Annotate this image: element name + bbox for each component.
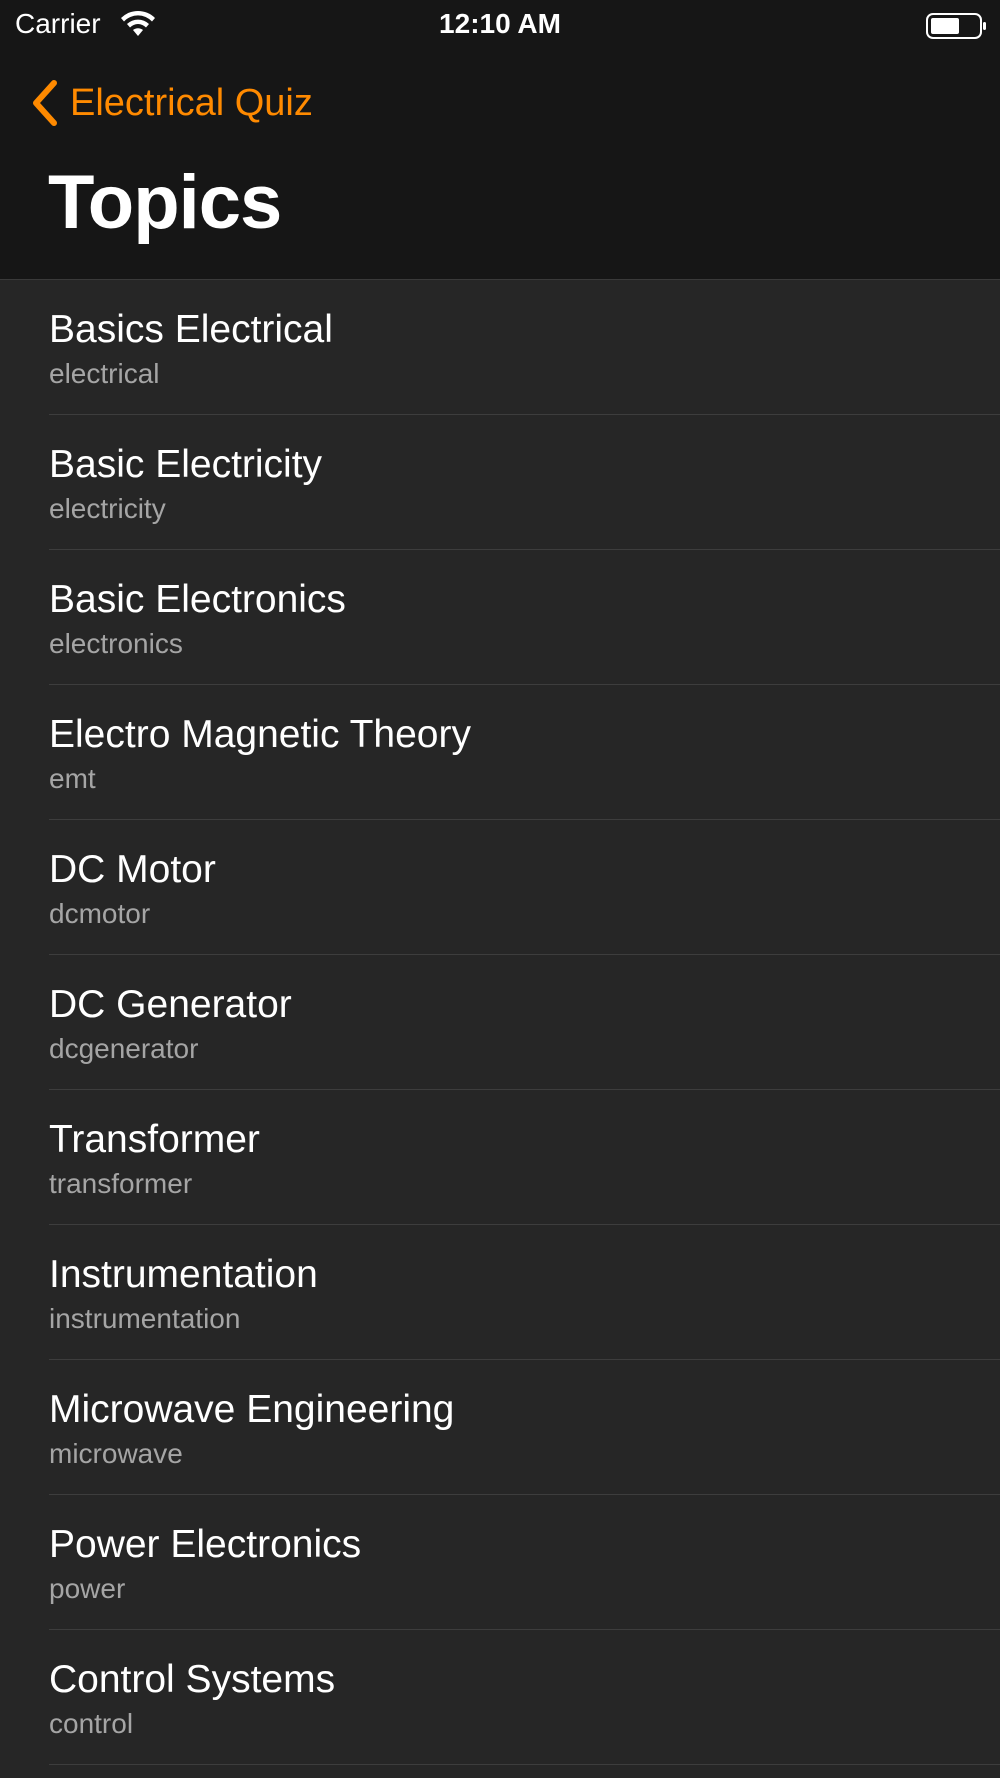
list-item[interactable]: Electro Magnetic Theory emt xyxy=(0,685,1000,820)
status-bar: Carrier 12:10 AM xyxy=(0,0,1000,50)
topic-title: Power Electronics xyxy=(49,1523,362,1566)
chevron-left-icon xyxy=(33,80,57,126)
topic-title: Basic Electricity xyxy=(49,443,323,486)
list-item[interactable]: Instrumentation instrumentation xyxy=(0,1225,1000,1360)
topic-title: Microwave Engineering xyxy=(49,1388,455,1431)
battery-icon xyxy=(926,13,986,39)
back-button-label: Electrical Quiz xyxy=(70,81,313,124)
topic-subtitle: instrumentation xyxy=(49,1303,241,1334)
topic-title: Electro Magnetic Theory xyxy=(49,713,471,756)
topic-title: Instrumentation xyxy=(49,1253,318,1296)
topic-title: DC Motor xyxy=(49,848,216,891)
list-item[interactable]: DC Motor dcmotor xyxy=(0,820,1000,955)
list-item[interactable]: Transformer transformer xyxy=(0,1090,1000,1225)
topic-subtitle: control xyxy=(49,1708,134,1739)
topic-title: Basics Electrical xyxy=(49,308,333,351)
topics-list: Basics Electrical electrical Basic Elect… xyxy=(0,280,1000,1765)
list-item[interactable]: Control Systems control xyxy=(0,1630,1000,1765)
topic-subtitle: emt xyxy=(49,763,96,794)
topic-title: Transformer xyxy=(49,1118,260,1161)
topic-title: DC Generator xyxy=(49,983,292,1026)
topic-title: Basic Electronics xyxy=(49,578,346,621)
topic-subtitle: power xyxy=(49,1573,126,1604)
topic-subtitle: electronics xyxy=(49,628,183,659)
list-item[interactable]: Basic Electronics electronics xyxy=(0,550,1000,685)
list-item[interactable]: Basic Electricity electricity xyxy=(0,415,1000,550)
navigation-header: Carrier 12:10 AM Electrical Quiz Topics xyxy=(0,0,1000,280)
back-button[interactable]: Electrical Quiz xyxy=(28,78,313,128)
list-item[interactable]: DC Generator dcgenerator xyxy=(0,955,1000,1090)
status-time: 12:10 AM xyxy=(439,8,561,39)
page-title: Topics xyxy=(48,160,282,245)
topic-subtitle: transformer xyxy=(49,1168,193,1199)
list-item[interactable]: Basics Electrical electrical xyxy=(0,280,1000,415)
topic-subtitle: microwave xyxy=(49,1438,183,1469)
screen: Carrier 12:10 AM Electrical Quiz Topics xyxy=(0,0,1000,1778)
topic-title: Control Systems xyxy=(49,1658,336,1701)
list-item[interactable]: Microwave Engineering microwave xyxy=(0,1360,1000,1495)
topic-subtitle: electrical xyxy=(49,358,160,389)
row-divider xyxy=(49,1763,1000,1765)
topic-subtitle: electricity xyxy=(49,493,166,524)
topic-subtitle: dcmotor xyxy=(49,898,151,929)
list-item[interactable]: Power Electronics power xyxy=(0,1495,1000,1630)
topic-subtitle: dcgenerator xyxy=(49,1033,199,1064)
